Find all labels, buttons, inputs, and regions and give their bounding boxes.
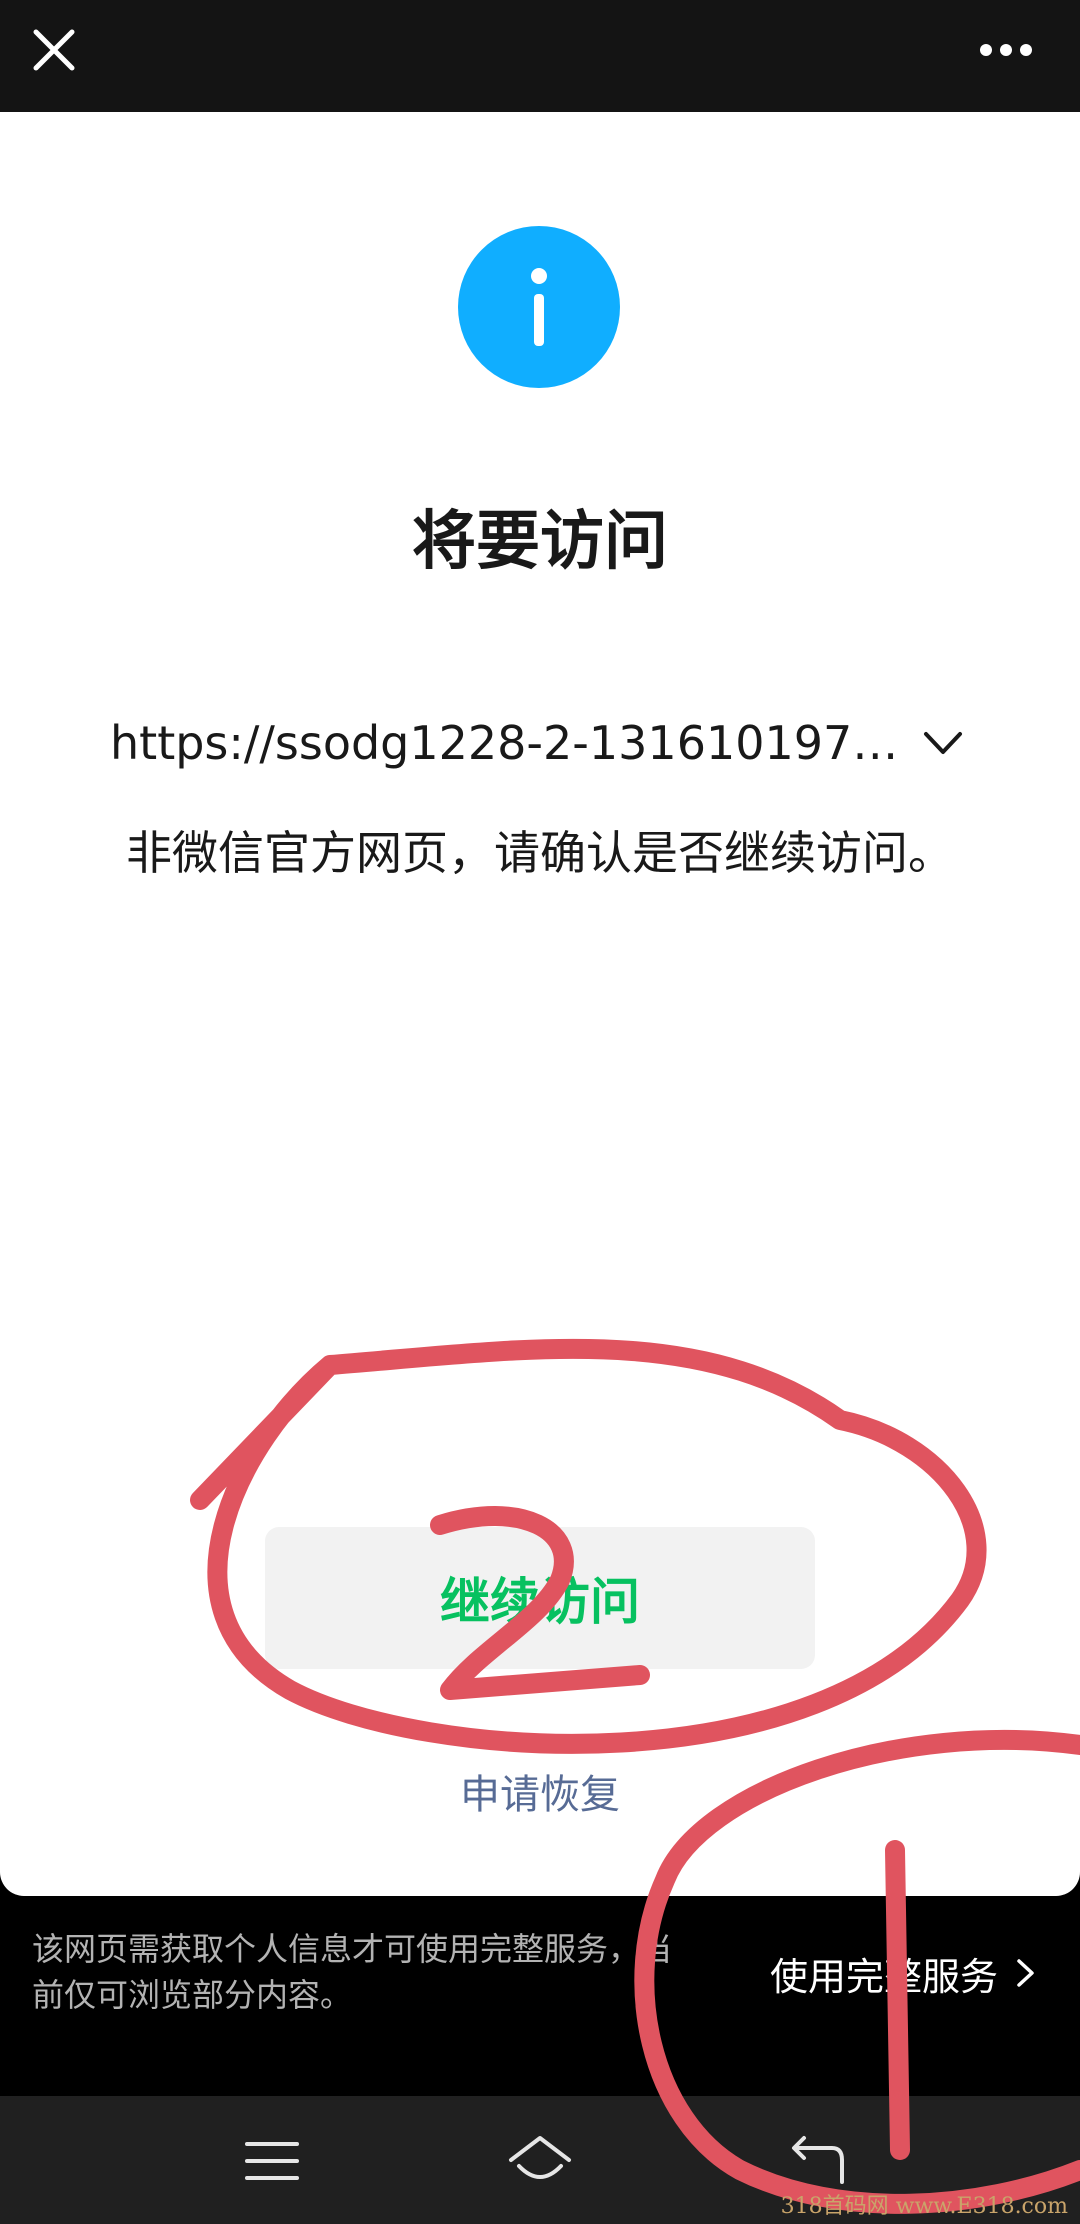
url-text: https://ssodg1228-2-1316101976… [110, 716, 910, 770]
back-icon[interactable] [780, 2126, 850, 2196]
top-bar [0, 0, 1080, 112]
info-banner: 该网页需获取个人信息才可使用完整服务，当前仅可浏览部分内容。 使用完整服务 [0, 1896, 1080, 2096]
full-service-button[interactable]: 使用完整服务 [769, 1948, 1042, 1999]
continue-button[interactable]: 继续访问 [265, 1527, 815, 1669]
banner-text: 该网页需获取个人信息才可使用完整服务，当前仅可浏览部分内容。 [32, 1930, 673, 2014]
close-icon[interactable] [24, 20, 84, 80]
chevron-right-icon [1017, 1959, 1034, 1987]
warning-dialog: 将要访问 https://ssodg1228-2-1316101976… 非微信… [0, 112, 1080, 1896]
info-icon [458, 226, 620, 388]
page-title: 将要访问 [412, 505, 668, 579]
menu-icon[interactable] [237, 2126, 307, 2196]
home-icon[interactable] [505, 2126, 575, 2196]
chevron-down-icon[interactable] [918, 718, 968, 768]
warning-text: 非微信官方网页，请确认是否继续访问。 [126, 826, 954, 880]
more-icon[interactable] [956, 20, 1056, 80]
url-row[interactable]: https://ssodg1228-2-1316101976… [110, 708, 990, 778]
feedback-link[interactable]: 申请恢复 [0, 1762, 1080, 1820]
full-service-label: 使用完整服务 [769, 1954, 998, 1999]
continue-button-label: 继续访问 [440, 1573, 640, 1631]
watermark: 318首码网 www.E318.com [780, 2194, 1068, 2219]
